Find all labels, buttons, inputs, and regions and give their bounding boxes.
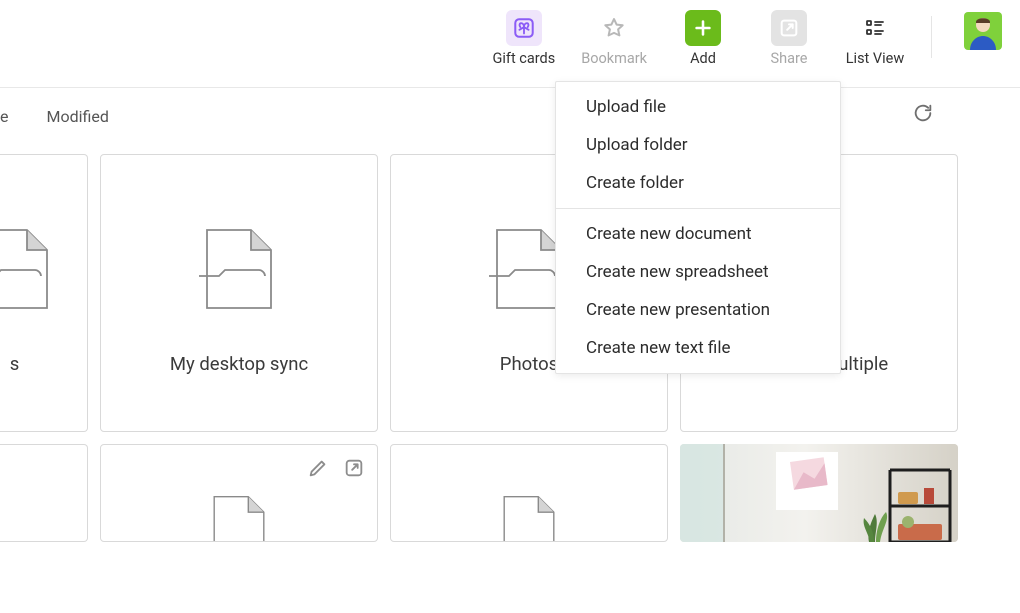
add-menu-create-section: Create new document Create new spreadshe…	[556, 208, 840, 373]
folder-file-icon	[199, 228, 279, 322]
star-icon	[596, 10, 632, 46]
add-menu: Upload file Upload folder Create folder …	[555, 81, 841, 374]
menu-upload-folder[interactable]: Upload folder	[556, 126, 840, 164]
refresh-button[interactable]	[912, 102, 934, 128]
file-icon	[498, 495, 560, 542]
folder-card[interactable]	[0, 444, 88, 542]
file-icon	[208, 495, 270, 542]
folder-card[interactable]	[100, 444, 378, 542]
filter-row: e Modified	[0, 88, 1020, 144]
folder-grid-row2	[0, 444, 1020, 542]
folder-grid: s My desktop sync Photos	[0, 154, 1020, 432]
add-menu-upload-section: Upload file Upload folder Create folder	[556, 82, 840, 208]
add-button[interactable]: Add	[673, 10, 733, 67]
menu-upload-file[interactable]: Upload file	[556, 88, 840, 126]
share-icon[interactable]	[343, 457, 365, 483]
menu-create-text-file[interactable]: Create new text file	[556, 329, 840, 367]
menu-create-document[interactable]: Create new document	[556, 215, 840, 253]
listview-button[interactable]: List View	[845, 10, 905, 67]
giftcard-icon	[506, 10, 542, 46]
menu-create-presentation[interactable]: Create new presentation	[556, 291, 840, 329]
folder-file-icon	[0, 228, 55, 322]
filter-tab-partial[interactable]: e	[0, 89, 20, 144]
rename-icon[interactable]	[307, 457, 329, 483]
folder-card[interactable]	[390, 444, 668, 542]
share-label: Share	[771, 50, 808, 67]
folder-card[interactable]: s	[0, 154, 88, 432]
share-button[interactable]: Share	[759, 10, 819, 67]
room-thumbnail	[680, 444, 958, 542]
bookmark-button[interactable]: Bookmark	[581, 10, 647, 67]
folder-card[interactable]: My desktop sync	[100, 154, 378, 432]
image-card[interactable]	[680, 444, 958, 542]
listview-label: List View	[846, 50, 905, 67]
top-actions: Gift cards Bookmark Add	[493, 10, 1003, 67]
share-icon	[771, 10, 807, 46]
bookmark-label: Bookmark	[581, 50, 647, 67]
avatar[interactable]	[964, 12, 1002, 50]
plus-icon	[685, 10, 721, 46]
topbar-divider	[931, 16, 932, 58]
topbar: Gift cards Bookmark Add	[0, 0, 1020, 88]
add-label: Add	[690, 50, 716, 67]
menu-create-spreadsheet[interactable]: Create new spreadsheet	[556, 253, 840, 291]
menu-create-folder[interactable]: Create folder	[556, 164, 840, 202]
folder-label: My desktop sync	[101, 353, 377, 375]
folder-label: s	[0, 353, 87, 375]
filter-tab-modified[interactable]: Modified	[34, 89, 120, 144]
listview-icon	[857, 10, 893, 46]
giftcards-label: Gift cards	[493, 50, 556, 67]
giftcards-button[interactable]: Gift cards	[493, 10, 556, 67]
